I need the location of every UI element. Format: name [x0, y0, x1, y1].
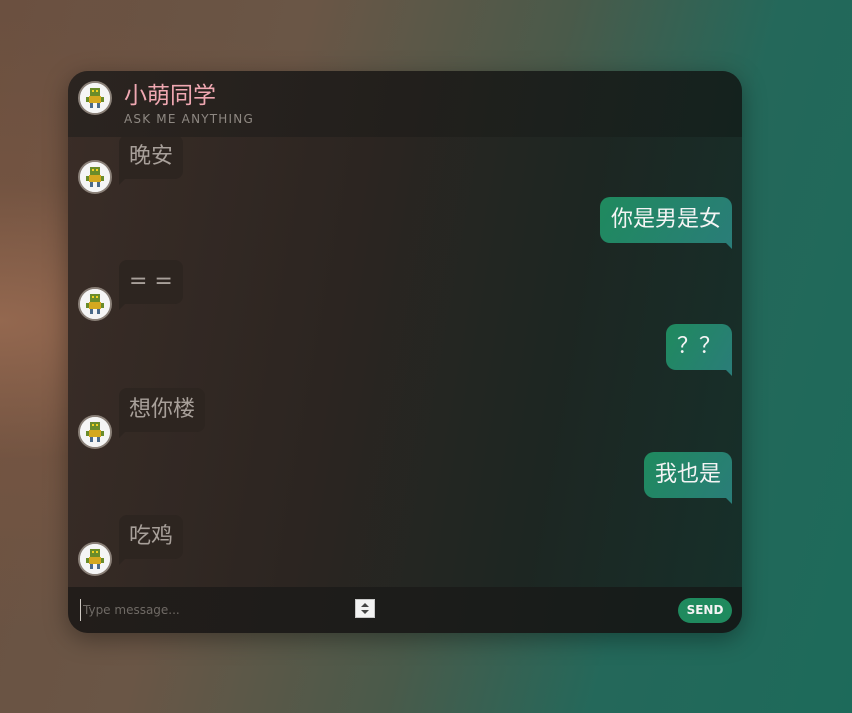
message-input[interactable]	[80, 599, 345, 621]
message-composer: SEND	[68, 587, 742, 633]
robot-avatar-icon	[78, 287, 112, 321]
chat-window: 小萌同学 ASK ME ANYTHING 晚安 你是男是女 = = ？？ 想你楼	[68, 71, 742, 633]
chat-title: 小萌同学	[124, 83, 216, 109]
robot-avatar-icon	[78, 160, 112, 194]
send-button[interactable]: SEND	[678, 598, 732, 623]
bot-message-bubble: = =	[119, 260, 183, 310]
user-message-bubble: 你是男是女	[599, 197, 733, 249]
robot-avatar-icon	[78, 415, 112, 449]
robot-avatar-icon	[78, 81, 112, 115]
number-stepper[interactable]	[355, 599, 375, 618]
user-message-bubble: 我也是	[643, 452, 733, 504]
bot-message-bubble: 吃鸡	[119, 515, 184, 565]
chat-header: 小萌同学 ASK ME ANYTHING	[68, 71, 742, 137]
bot-message-bubble: 想你楼	[119, 388, 206, 438]
message-list[interactable]: 晚安 你是男是女 = = ？？ 想你楼 我也是 吃鸡	[68, 137, 742, 587]
stepper-up-icon[interactable]	[361, 603, 369, 607]
user-message-bubble: ？？	[665, 324, 733, 376]
robot-avatar-icon	[78, 542, 112, 576]
stepper-down-icon[interactable]	[361, 610, 369, 614]
bot-message-bubble: 晚安	[119, 137, 184, 185]
chat-subtitle: ASK ME ANYTHING	[124, 112, 254, 126]
